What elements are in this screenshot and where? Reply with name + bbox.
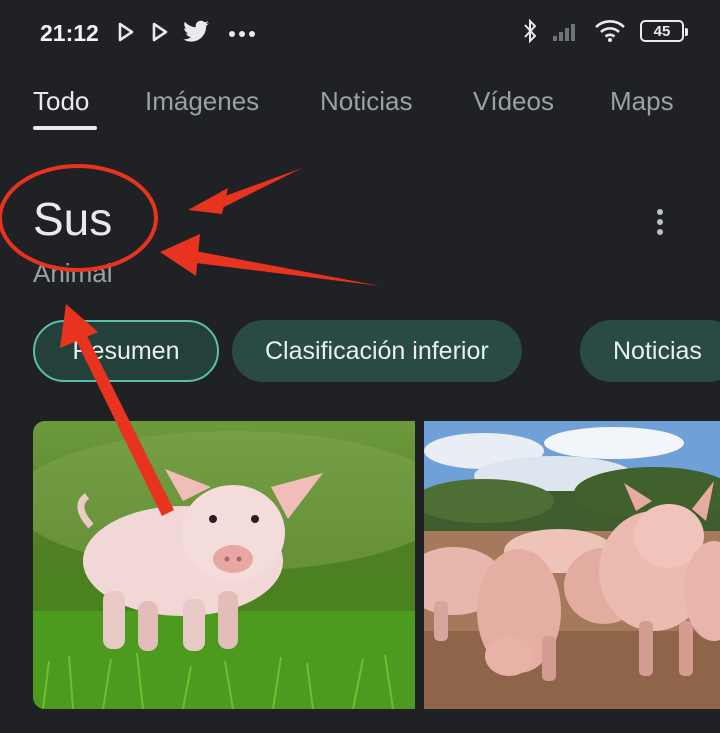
entity-subtitle: Animal <box>33 258 113 288</box>
piglet-image[interactable] <box>33 421 415 709</box>
pigs-field-image[interactable] <box>424 421 720 709</box>
chip-label: Clasificación inferior <box>265 336 489 365</box>
active-tab-indicator <box>33 126 97 130</box>
annotation-arrowhead <box>188 188 228 214</box>
chip-label: Noticias <box>613 336 702 365</box>
signal-icon <box>553 24 575 41</box>
twitter-icon <box>183 20 209 42</box>
annotation-arrow <box>214 168 302 210</box>
annotation-arrowhead <box>160 234 200 276</box>
status-bar: 21:12 45 <box>0 0 720 64</box>
bluetooth-icon <box>524 18 537 44</box>
tab-videos[interactable]: Vídeos <box>473 86 554 117</box>
tab-todo[interactable]: Todo <box>33 86 89 117</box>
tab-imagenes[interactable]: Imágenes <box>145 86 259 117</box>
chip-label: Resumen <box>72 336 180 365</box>
chip-noticias[interactable]: Noticias <box>580 320 720 382</box>
battery-icon: 45 <box>640 20 688 42</box>
chip-clasificacion-inferior[interactable]: Clasificación inferior <box>232 320 522 382</box>
search-tabs: Todo Imágenes Noticias Vídeos Maps <box>0 78 720 134</box>
tab-maps[interactable]: Maps <box>610 86 674 117</box>
play-icon <box>118 22 134 42</box>
chip-resumen[interactable]: Resumen <box>33 320 219 382</box>
wifi-icon <box>595 20 625 42</box>
entity-title: Sus <box>33 193 113 245</box>
battery-level: 45 <box>653 22 671 40</box>
tab-noticias[interactable]: Noticias <box>320 86 412 117</box>
more-options-icon[interactable] <box>648 206 672 242</box>
more-dots-icon <box>229 31 255 37</box>
play-icon <box>152 22 168 42</box>
annotation-arrow <box>188 250 380 286</box>
status-time: 21:12 <box>40 20 99 46</box>
